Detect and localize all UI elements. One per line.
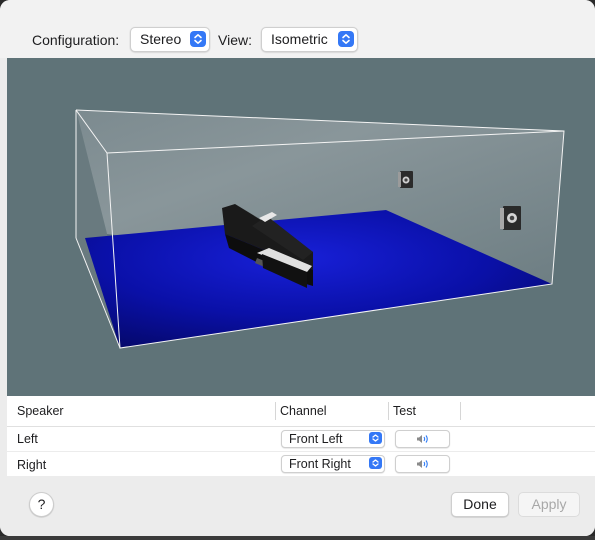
apply-button[interactable]: Apply [518,492,580,517]
chevron-up-down-icon [369,432,382,444]
toolbar: Configuration: Stereo View: Isometric [0,0,595,58]
column-header-speaker[interactable]: Speaker [17,396,64,426]
view-value: Isometric [271,31,328,47]
help-button[interactable]: ? [29,492,54,517]
configuration-label: Configuration: [32,32,120,48]
speaker-wave-icon [417,460,428,468]
configuration-value: Stereo [140,31,182,47]
desktop-edge [0,536,595,540]
speaker-setup-dialog: Configuration: Stereo View: Isometric Sp… [0,0,595,536]
channel-popup[interactable]: Front Right [281,455,385,473]
row-divider [7,451,595,452]
room-scene [75,109,565,349]
speaker-table: Speaker Channel Test Left Front Left Rig… [7,396,595,476]
speaker-wave-icon [417,435,428,443]
column-header-test[interactable]: Test [393,396,416,426]
right-speaker [500,206,521,230]
speaker-name: Left [17,432,38,446]
column-divider [275,402,276,420]
done-button[interactable]: Done [451,492,509,517]
left-speaker [398,171,413,188]
test-left-button[interactable] [395,430,450,448]
speaker-name: Right [17,458,47,472]
question-mark-icon: ? [37,496,46,512]
channel-value: Front Left [289,432,343,446]
room-preview[interactable] [7,58,595,396]
header-divider [7,426,595,427]
chevron-up-down-icon [338,31,354,47]
column-divider [388,402,389,420]
configuration-popup[interactable]: Stereo [130,27,210,52]
column-header-channel[interactable]: Channel [280,396,327,426]
column-divider [460,402,461,420]
chevron-up-down-icon [369,457,382,469]
channel-value: Front Right [289,457,351,471]
view-label: View: [218,32,252,48]
chevron-up-down-icon [190,31,206,47]
channel-popup[interactable]: Front Left [281,430,385,448]
view-popup[interactable]: Isometric [261,27,358,52]
test-right-button[interactable] [395,455,450,473]
